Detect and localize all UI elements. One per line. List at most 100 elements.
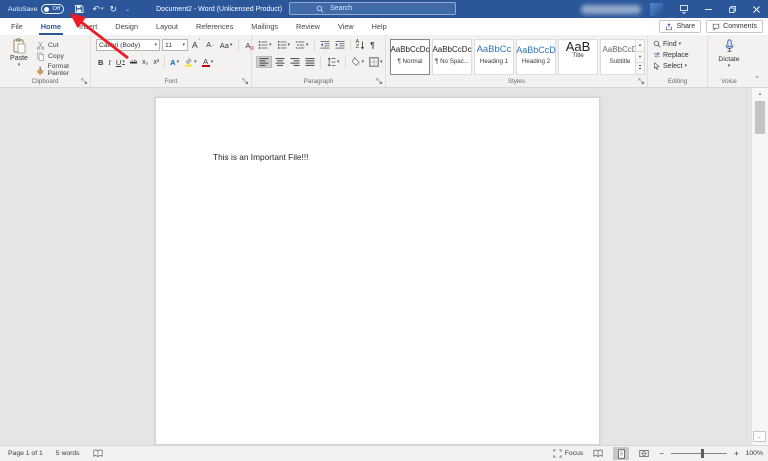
autosave-toggle[interactable]: Off	[41, 4, 65, 14]
zoom-in-button[interactable]: +	[734, 449, 739, 458]
proofing-book-icon[interactable]	[93, 449, 103, 458]
page-indicator[interactable]: Page 1 of 1	[8, 450, 43, 457]
show-paragraph-marks-button[interactable]: ¶	[368, 39, 377, 51]
scrollbar-up-button[interactable]: ▴	[752, 88, 768, 99]
numbering-button[interactable]: ▾	[275, 39, 293, 51]
paste-button[interactable]: Paste ▾	[4, 38, 34, 68]
restore-button[interactable]	[720, 0, 744, 18]
style-normal[interactable]: AaBbCcDc ¶ Normal	[390, 39, 430, 75]
underline-button[interactable]: U ▾	[114, 56, 127, 68]
save-button[interactable]	[74, 4, 84, 14]
format-painter-button[interactable]: Format Painter	[36, 63, 90, 77]
ribbon-group-font: Calibri (Body) ▾ 11 ▾ Aˆ Aˇ Aa ▾ A B I U ▾…	[91, 35, 255, 87]
gallery-more-icon: ▾	[638, 65, 642, 72]
align-center-button[interactable]	[273, 56, 287, 68]
share-button[interactable]: Share	[659, 20, 702, 33]
minimize-button[interactable]	[696, 0, 720, 18]
paste-clipboard-icon	[13, 38, 25, 54]
tab-insert[interactable]: Insert	[70, 18, 106, 35]
tab-design[interactable]: Design	[106, 18, 147, 35]
increase-indent-button[interactable]	[333, 39, 347, 51]
align-left-button[interactable]	[256, 56, 272, 68]
superscript-button[interactable]: x²	[151, 56, 161, 68]
word-count[interactable]: 5 words	[56, 450, 80, 457]
italic-button[interactable]: I	[106, 56, 113, 68]
tab-view[interactable]: View	[329, 18, 363, 35]
style-title[interactable]: AaB Title	[558, 39, 598, 75]
style-no-spacing[interactable]: AaBbCcDc ¶ No Spac...	[432, 39, 472, 75]
search-input[interactable]: Search	[289, 2, 456, 15]
style-heading-1[interactable]: AaBbCc Heading 1	[474, 39, 514, 75]
styles-scroll-up-button[interactable]: ▴	[636, 40, 644, 52]
text-effects-label: A	[170, 57, 176, 67]
highlight-button[interactable]: ▾	[182, 56, 199, 68]
quick-access-customize-button[interactable]: ⌄	[124, 6, 130, 13]
grow-font-button[interactable]: Aˆ	[190, 39, 202, 51]
replace-button[interactable]: Replace	[653, 51, 689, 59]
justify-button[interactable]	[303, 56, 317, 68]
tab-review[interactable]: Review	[287, 18, 329, 35]
shading-button[interactable]: ▾	[349, 56, 367, 68]
restore-icon	[728, 5, 736, 13]
styles-gallery-more-button[interactable]: ▾	[636, 63, 644, 74]
bold-button[interactable]: B	[96, 56, 105, 68]
search-placeholder: Search	[330, 5, 353, 12]
zoom-out-button[interactable]: −	[659, 449, 664, 458]
zoom-level[interactable]: 100%	[746, 450, 763, 457]
tab-home[interactable]: Home	[32, 18, 70, 35]
sort-button[interactable]: AZ	[354, 39, 368, 51]
text-effects-button[interactable]: A ▾	[168, 56, 181, 68]
document-text[interactable]: This is an Important File!!!	[213, 152, 308, 162]
web-layout-button[interactable]	[636, 447, 652, 460]
borders-button[interactable]: ▾	[367, 56, 385, 68]
find-button[interactable]: Find ▾	[653, 40, 681, 48]
align-right-button[interactable]	[288, 56, 302, 68]
cut-button[interactable]: Cut	[36, 41, 59, 50]
tab-layout[interactable]: Layout	[147, 18, 187, 35]
font-name-select[interactable]: Calibri (Body) ▾	[96, 39, 160, 51]
avatar[interactable]	[650, 2, 663, 16]
shrink-font-button[interactable]: Aˇ	[204, 39, 215, 51]
redo-button[interactable]: ↻	[110, 4, 118, 14]
style-subtitle[interactable]: AaBbCcD Subtitle	[600, 39, 640, 75]
copy-button[interactable]: Copy	[36, 52, 64, 61]
tab-mailings[interactable]: Mailings	[242, 18, 287, 35]
zoom-slider-thumb[interactable]	[701, 449, 705, 458]
decrease-indent-button[interactable]	[318, 39, 332, 51]
focus-button[interactable]: Focus	[553, 449, 583, 458]
paragraph-dialog-launcher[interactable]	[376, 78, 383, 85]
print-layout-button[interactable]	[613, 447, 630, 460]
scrollbar-bottom-button[interactable]: ⌄	[753, 431, 766, 442]
clipboard-dialog-launcher[interactable]	[81, 78, 88, 85]
vertical-scrollbar[interactable]: ▴	[751, 88, 768, 445]
font-dialog-launcher[interactable]	[242, 78, 249, 85]
undo-button[interactable]: ↶ ▾	[92, 4, 103, 14]
font-color-button[interactable]: A ▾	[200, 56, 216, 68]
ribbon-display-options-button[interactable]	[672, 0, 696, 18]
collapse-ribbon-button[interactable]: ⌃	[754, 75, 760, 83]
style-heading-2[interactable]: AaBbCcD Heading 2	[516, 39, 556, 75]
tab-file[interactable]: File	[2, 18, 32, 35]
zoom-slider[interactable]	[670, 449, 727, 458]
comments-button[interactable]: Comments	[706, 20, 763, 33]
document-page[interactable]: This is an Important File!!!	[155, 97, 600, 445]
strikethrough-button[interactable]: ab	[128, 56, 139, 68]
styles-scroll-down-button[interactable]: ▾	[636, 52, 644, 64]
close-button[interactable]	[744, 0, 768, 18]
subscript-button[interactable]: x₂	[140, 56, 150, 68]
read-mode-button[interactable]	[590, 447, 606, 460]
dictate-button[interactable]: Dictate ▾	[708, 39, 750, 69]
bullets-button[interactable]: ▾	[256, 39, 274, 51]
change-case-button[interactable]: Aa ▾	[218, 39, 235, 51]
font-size-select[interactable]: 11 ▾	[162, 39, 188, 51]
line-spacing-button[interactable]: ▾	[324, 56, 342, 68]
align-left-icon	[259, 58, 269, 66]
select-button[interactable]: Select ▾	[653, 62, 687, 70]
tab-references[interactable]: References	[187, 18, 242, 35]
multilevel-list-button[interactable]: ▾	[293, 39, 311, 51]
styles-dialog-launcher[interactable]	[638, 78, 645, 85]
scrollbar-thumb[interactable]	[755, 101, 765, 134]
tabrow-right: Share Comments	[659, 20, 763, 33]
tab-help[interactable]: Help	[363, 18, 396, 35]
borders-caret-icon: ▾	[380, 58, 383, 65]
